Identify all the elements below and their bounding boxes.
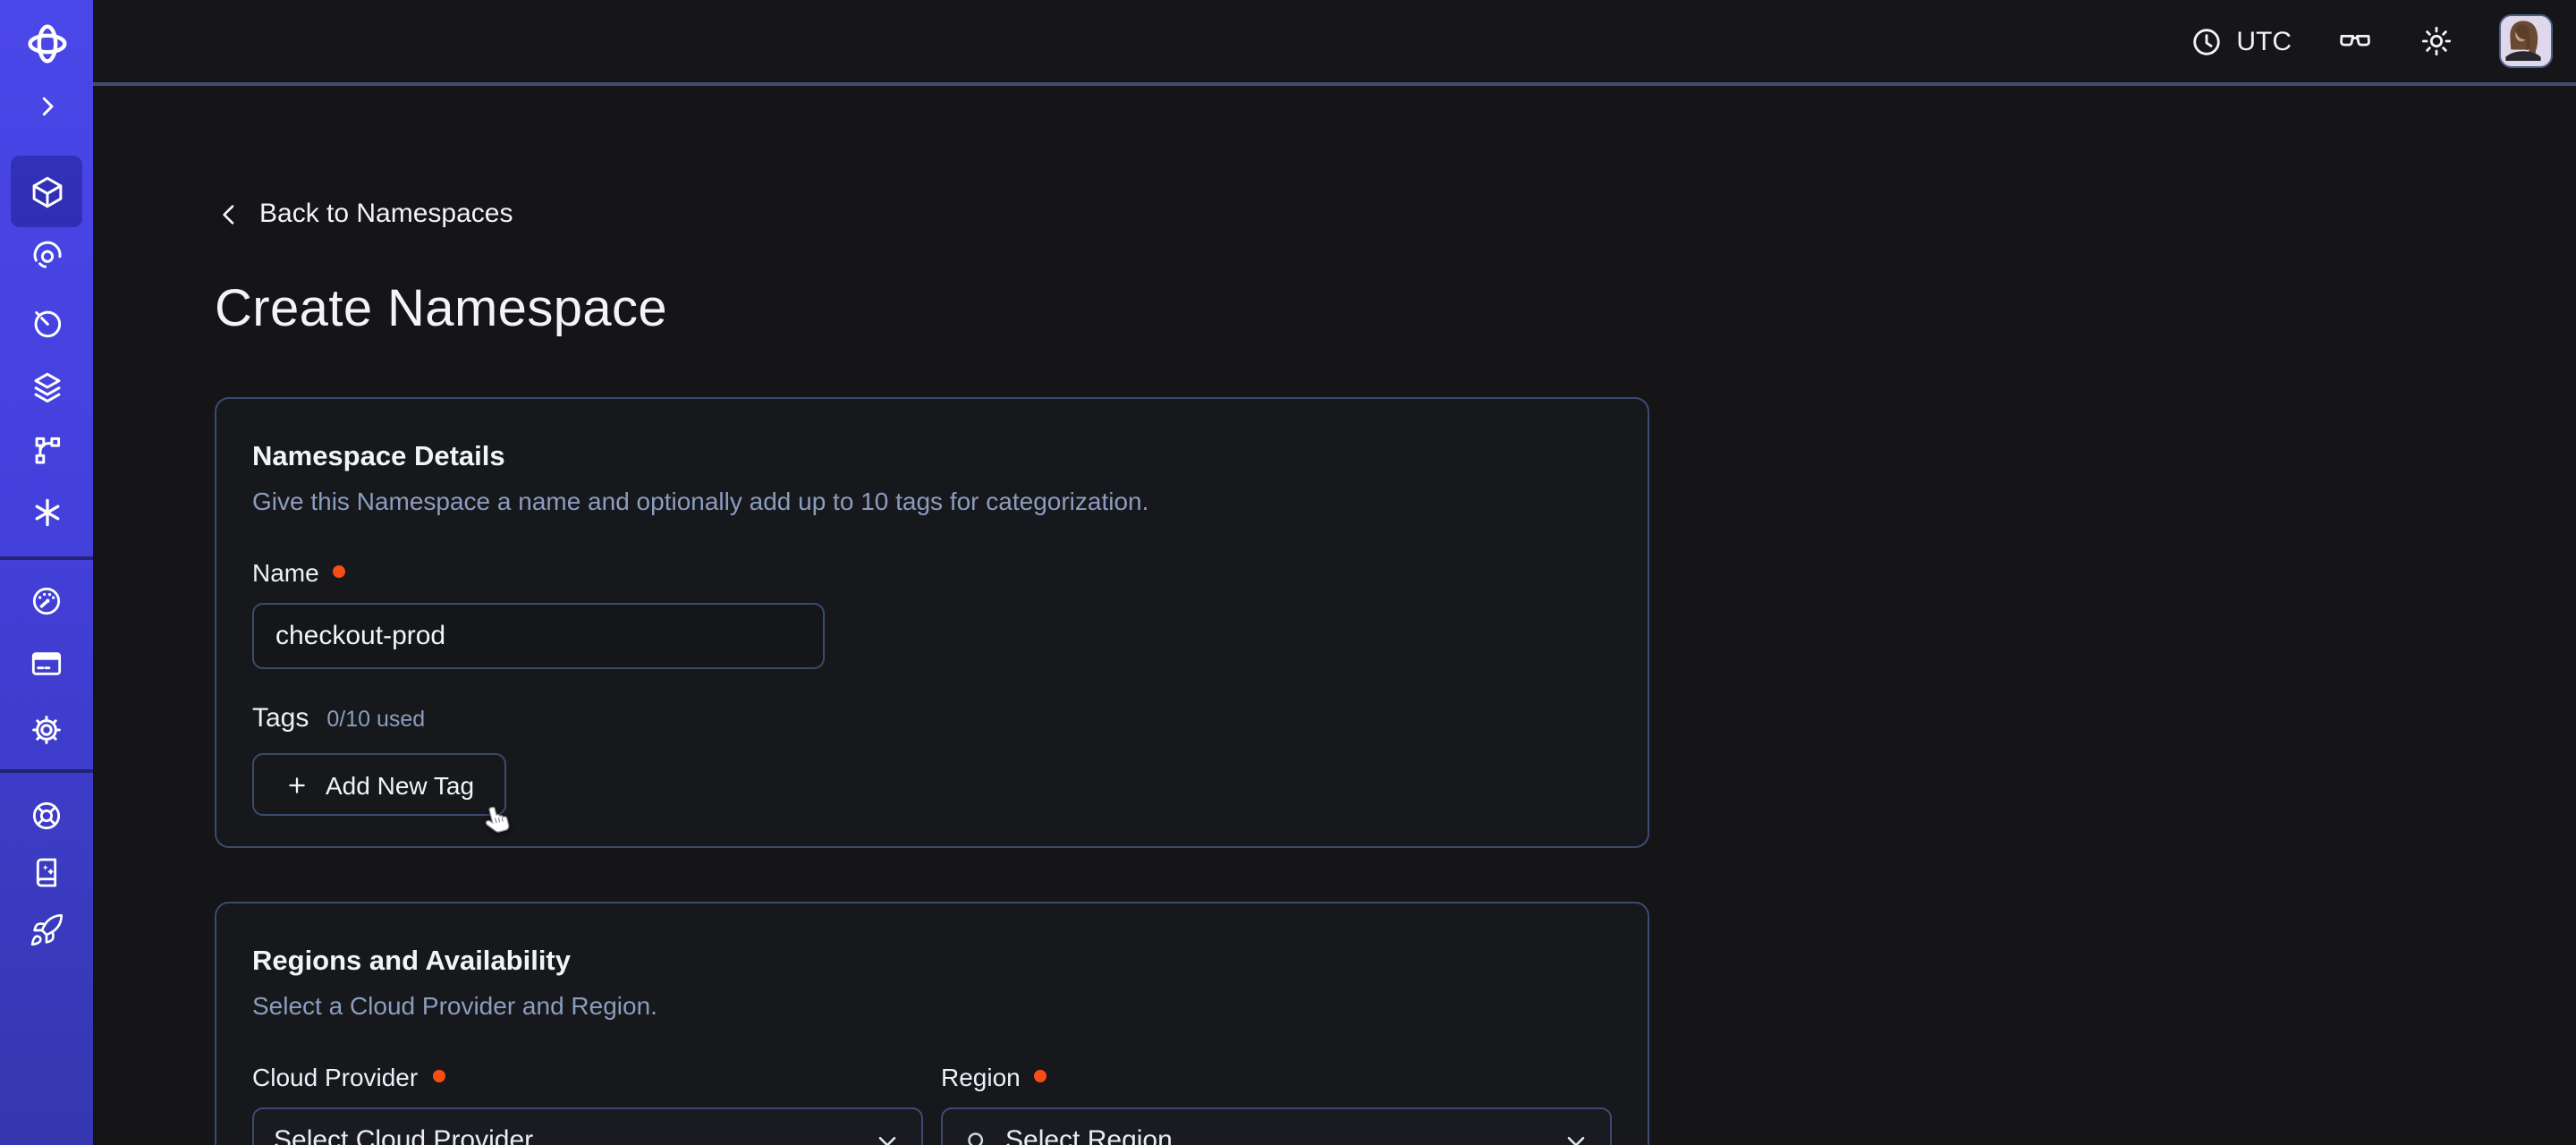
card-subtitle: Give this Namespace a name and optionall… [252,487,1612,515]
back-to-namespaces-link[interactable]: Back to Namespaces [215,199,513,229]
sidebar-divider [0,769,93,773]
region-select[interactable]: Select Region [941,1107,1612,1145]
sidebar-logo[interactable] [11,7,82,79]
card-subtitle: Select a Cloud Provider and Region. [252,991,1612,1020]
credit-card-icon [29,646,64,682]
chevron-right-icon [33,92,60,119]
add-new-tag-button[interactable]: Add New Tag [252,753,506,816]
asterisk-icon [28,493,65,530]
main-content: Back to Namespaces Create Namespace Name… [93,89,2576,1145]
sidebar-item-asterisk[interactable] [11,476,82,547]
sidebar-item-credit-card[interactable] [11,628,82,700]
glasses-icon [2336,22,2374,60]
cloud-provider-placeholder: Select Cloud Provider [274,1125,533,1145]
gauge-icon [29,583,64,619]
labs-toggle-button[interactable] [2336,22,2374,60]
card-title: Regions and Availability [252,946,1612,979]
namespace-name-input[interactable] [252,603,825,669]
branch-icon [28,430,65,468]
name-label-text: Name [252,558,319,587]
sun-icon [2419,23,2454,59]
layers-icon [28,368,65,405]
region-label-text: Region [941,1063,1021,1091]
sidebar-expand-button[interactable] [11,70,82,141]
temporal-logo [24,21,69,65]
sidebar-item-branch[interactable] [11,413,82,485]
top-bar: UTC [93,0,2576,86]
regions-availability-card: Regions and Availability Select a Cloud … [215,902,1649,1145]
tags-label: Tags [252,703,309,734]
chevron-down-icon [873,1126,902,1145]
theme-toggle-button[interactable] [2419,23,2454,59]
timezone-label: UTC [2236,26,2292,56]
back-link-label: Back to Namespaces [259,199,513,229]
user-avatar[interactable] [2499,14,2553,68]
tags-label-row: Tags 0/10 used [252,703,1612,734]
page-title: Create Namespace [215,281,2576,340]
card-title: Namespace Details [252,442,1612,474]
required-dot [432,1070,445,1082]
sidebar-item-timer[interactable] [11,286,82,358]
namespace-details-card: Namespace Details Give this Namespace a … [215,397,1649,848]
book-sparkle-icon [29,853,64,889]
chevron-left-icon [215,199,243,228]
tags-counter: 0/10 used [326,707,425,732]
sidebar-item-rocket[interactable] [11,895,82,966]
lifebuoy-icon [29,798,64,834]
search-icon [962,1126,991,1145]
sidebar-item-layers[interactable] [11,351,82,422]
chevron-down-icon [1562,1126,1590,1145]
rocket-icon [29,912,64,948]
timer-icon [28,303,65,341]
timezone-control[interactable]: UTC [2190,24,2292,58]
iris-icon [28,235,65,273]
required-dot [334,565,346,578]
sidebar-item-gauge[interactable] [11,565,82,637]
avatar-image [2501,16,2546,61]
sidebar-item-gear[interactable] [11,694,82,766]
cloud-provider-label: Cloud Provider [252,1063,923,1091]
cube-icon [28,173,65,210]
region-label: Region [941,1063,1612,1091]
sidebar-nav [0,0,93,1145]
cloud-provider-label-text: Cloud Provider [252,1063,418,1091]
app: UTC [0,0,2576,1145]
gear-icon [29,712,64,748]
sidebar-divider [0,556,93,560]
clock-icon [2190,24,2224,58]
name-field-label: Name [252,558,1612,587]
plus-icon [284,772,309,797]
cloud-provider-select[interactable]: Select Cloud Provider [252,1107,923,1145]
sidebar-item-iris[interactable] [11,218,82,290]
add-tag-label: Add New Tag [326,770,474,799]
sidebar-item-cube[interactable] [11,156,82,227]
region-placeholder: Select Region [1005,1125,1173,1145]
required-dot [1035,1070,1047,1082]
